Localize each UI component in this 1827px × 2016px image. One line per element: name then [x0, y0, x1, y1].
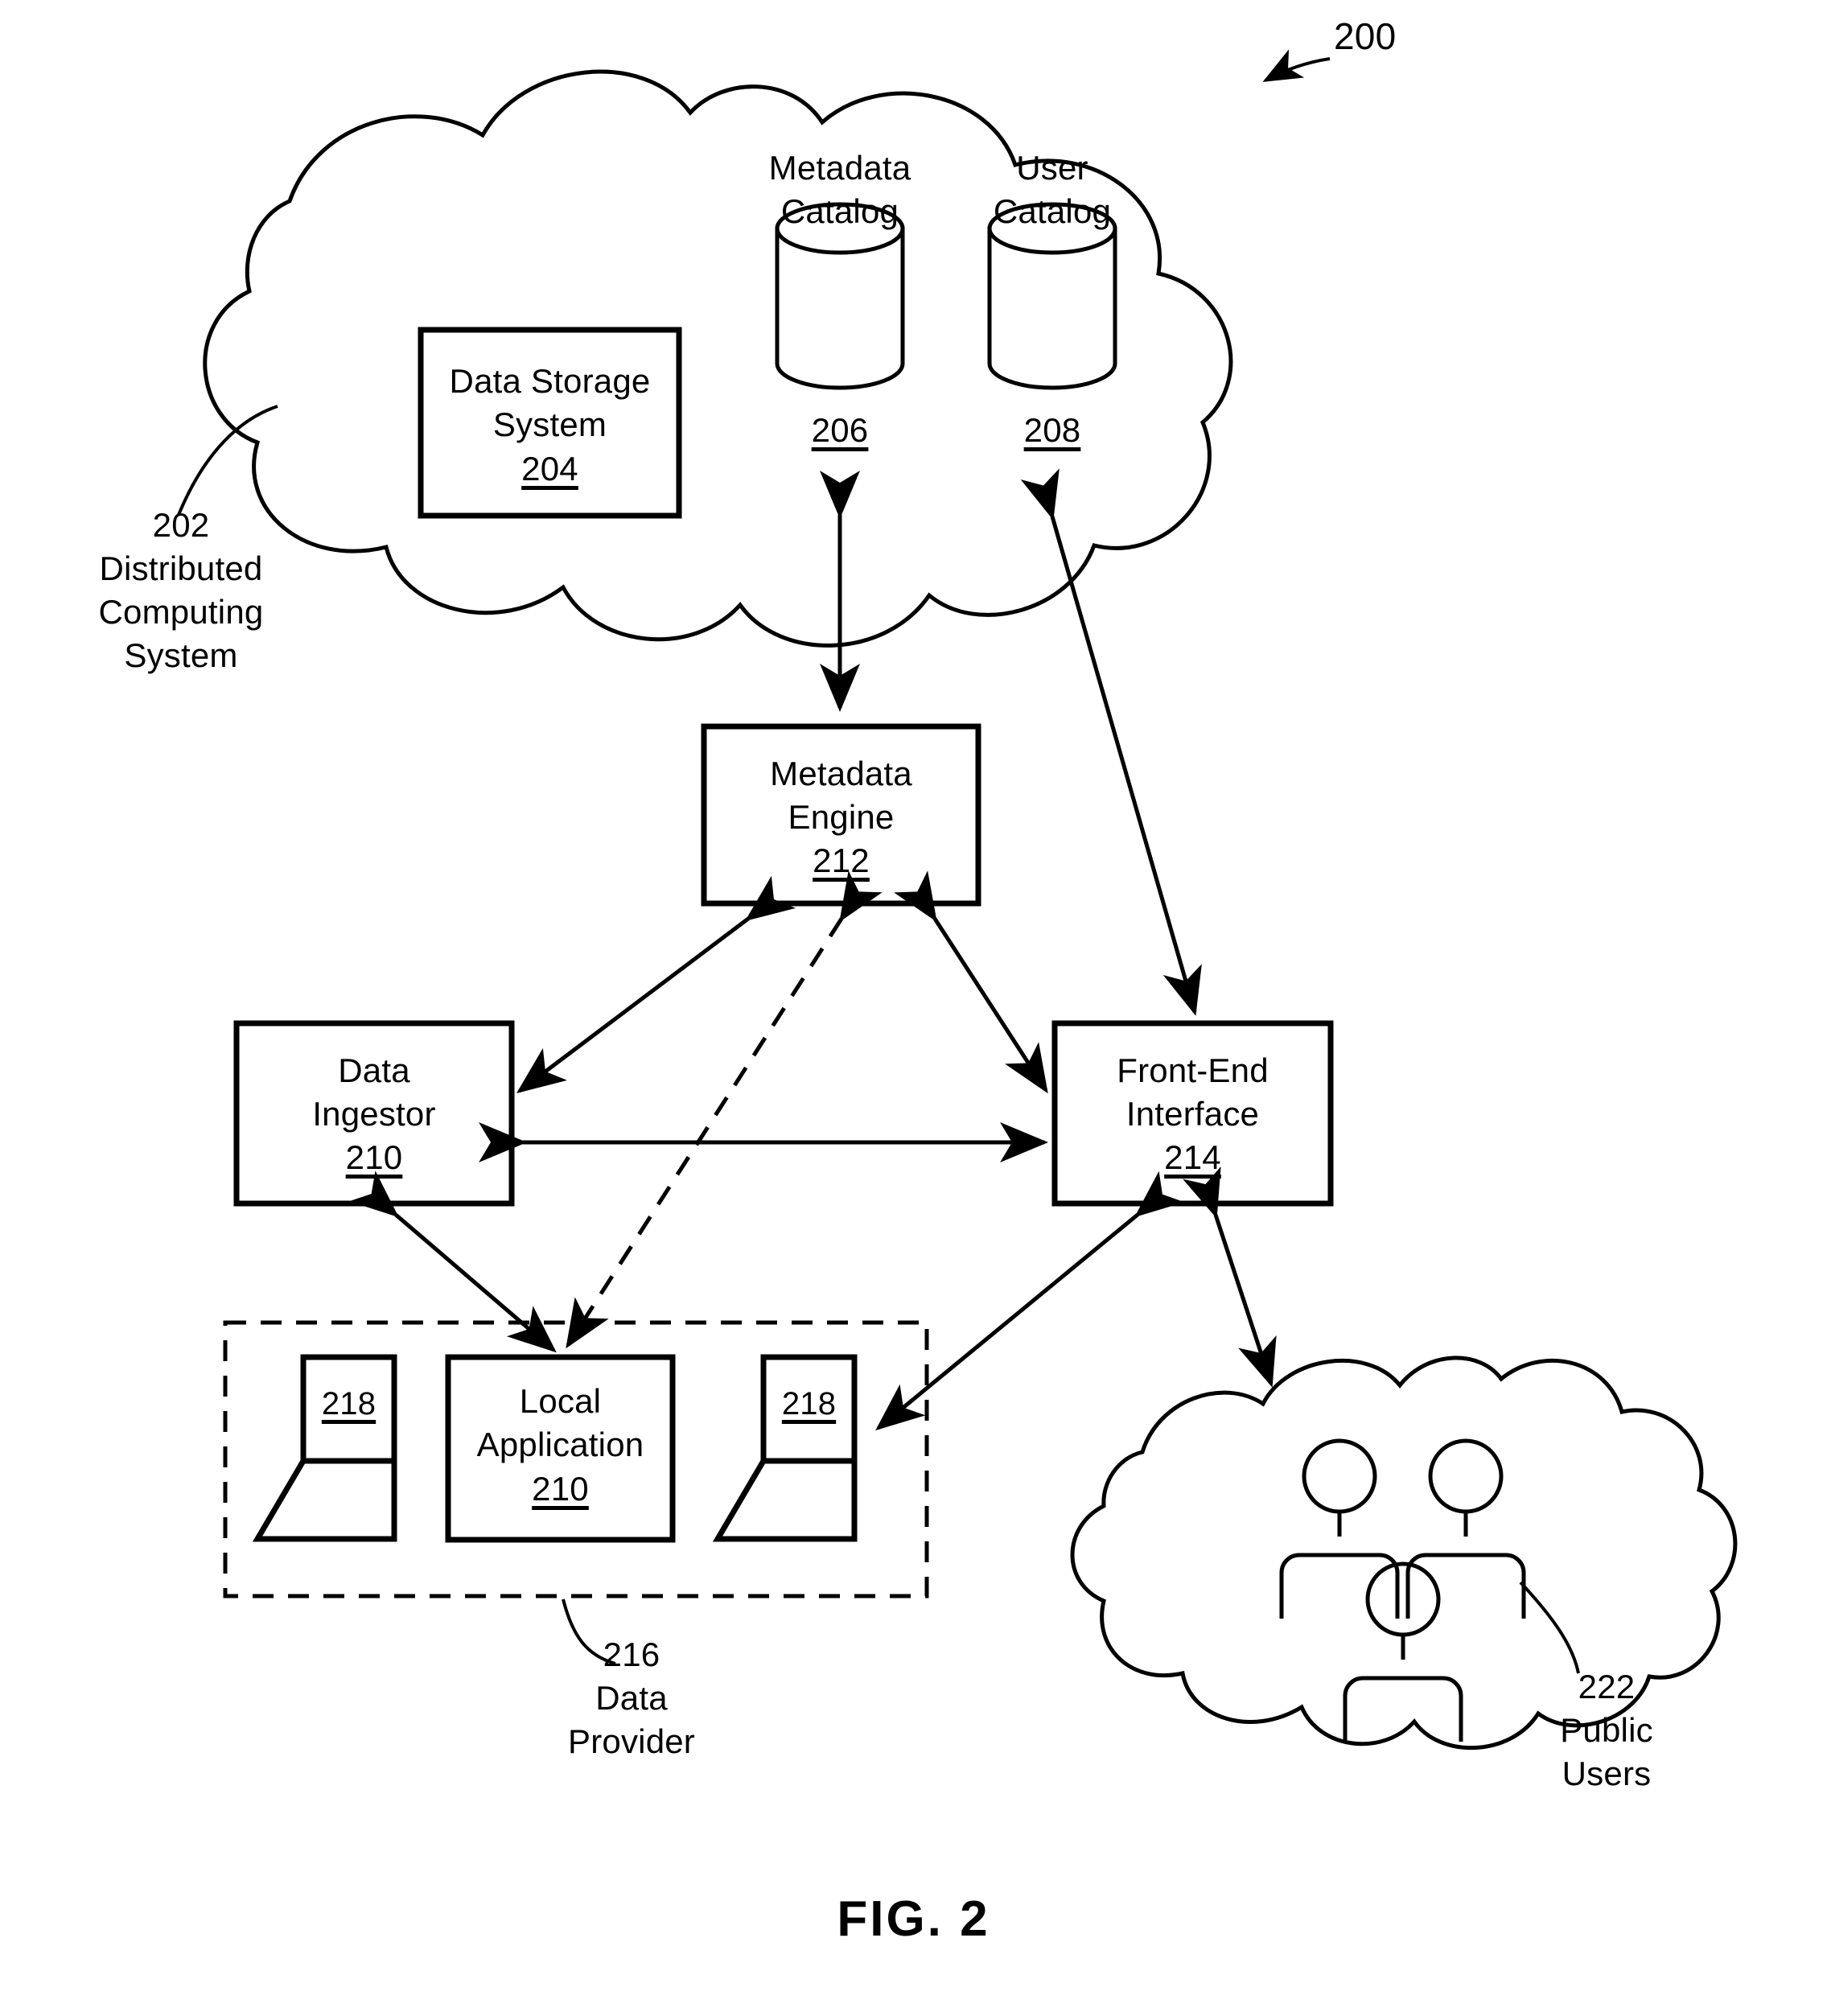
ref-200-pointer: [1262, 49, 1331, 82]
data-storage-system-title-2: System: [492, 405, 607, 443]
client-device-left-ref: 218: [321, 1386, 377, 1421]
metadata-engine-ref: 212: [813, 841, 870, 879]
local-application-ref: 210: [532, 1470, 589, 1508]
arrow-user-catalog-front-end: [1020, 468, 1202, 1016]
metadata-catalog-title: Metadata: [768, 149, 911, 187]
data-storage-system-title: Data Storage: [449, 362, 651, 400]
arrow-local-application-metadata-engine-dashed: [566, 870, 883, 1349]
front-end-interface-title-2: Interface: [1125, 1095, 1260, 1133]
figure-ref-200: 200: [1334, 15, 1397, 57]
figure-2-diagram: 200 202 Distributed Computing System Dat…: [0, 0, 1827, 2016]
distributed-computing-system-label: 202 Distributed Computing System: [98, 506, 264, 674]
metadata-catalog-title-2: Catalog: [780, 192, 899, 230]
user-catalog-title: User: [1016, 149, 1088, 187]
public-users-label: 222 Public Users: [1560, 1668, 1653, 1792]
local-application-title: Local: [519, 1382, 602, 1420]
arrow-metadata-engine-data-ingestor: [516, 875, 796, 1094]
data-ingestor-title: Data: [338, 1051, 410, 1089]
data-ingestor-title-2: Ingestor: [312, 1095, 436, 1133]
user-catalog-ref: 208: [1023, 411, 1081, 449]
metadata-engine-title: Metadata: [770, 755, 912, 792]
local-application-title-2: Application: [476, 1426, 644, 1463]
data-ingestor-ref: 210: [345, 1138, 403, 1176]
arrow-front-end-public-users: [1183, 1166, 1277, 1388]
metadata-engine-title-2: Engine: [788, 798, 895, 836]
user-catalog-title-2: Catalog: [993, 192, 1112, 230]
metadata-catalog-ref: 206: [811, 411, 869, 449]
arrow-data-ingestor-local-application: [348, 1171, 557, 1353]
data-storage-system-ref: 204: [521, 450, 578, 488]
arrow-metadata-engine-front-end: [894, 870, 1048, 1094]
figure-caption: FIG. 2: [837, 1891, 990, 1947]
front-end-interface-title: Front-End: [1117, 1051, 1269, 1089]
data-provider-label: 216 Data Provider: [568, 1635, 695, 1760]
front-end-interface-ref: 214: [1164, 1138, 1221, 1176]
client-device-right-ref: 218: [781, 1386, 837, 1421]
